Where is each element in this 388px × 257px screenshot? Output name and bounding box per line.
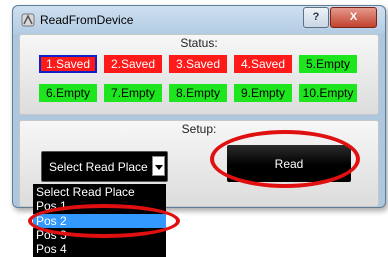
read-from-device-window: ReadFromDevice ? X Status: 1.Saved 2.Save… <box>12 5 386 208</box>
status-slot-9[interactable]: 9.Empty <box>234 84 292 102</box>
status-slot-1[interactable]: 1.Saved <box>39 55 97 73</box>
title-bar[interactable]: ReadFromDevice ? X <box>13 6 385 34</box>
status-slot-10[interactable]: 10.Empty <box>299 84 357 102</box>
dropdown-option[interactable]: Select Read Place <box>33 185 166 199</box>
dropdown-option[interactable]: Pos 2 <box>33 213 166 228</box>
help-button[interactable]: ? <box>303 7 329 28</box>
status-slot-2[interactable]: 2.Saved <box>104 55 162 73</box>
status-slot-5[interactable]: 5.Empty <box>299 55 357 73</box>
status-slot-7[interactable]: 7.Empty <box>104 84 162 102</box>
chevron-down-icon[interactable] <box>152 156 165 176</box>
app-icon <box>21 13 35 27</box>
help-icon: ? <box>312 11 320 23</box>
close-button[interactable]: X <box>330 7 377 28</box>
status-label: Status: <box>180 36 218 50</box>
read-button[interactable]: Read <box>227 145 351 182</box>
read-place-dropdown-list: Select Read Place Pos 1 Pos 2 Pos 3 Pos 4 <box>33 184 166 257</box>
window-title: ReadFromDevice <box>40 13 134 27</box>
status-slot-8[interactable]: 8.Empty <box>169 84 227 102</box>
dropdown-option[interactable]: Pos 3 <box>33 228 166 242</box>
setup-label: Setup: <box>181 122 217 136</box>
read-place-select[interactable]: Select Read Place <box>41 151 168 182</box>
dropdown-option[interactable]: Pos 4 <box>33 242 166 256</box>
close-icon: X <box>349 11 358 23</box>
status-slot-4[interactable]: 4.Saved <box>234 55 292 73</box>
status-slot-6[interactable]: 6.Empty <box>39 84 97 102</box>
dropdown-option[interactable]: Pos 1 <box>33 199 166 213</box>
status-slot-3[interactable]: 3.Saved <box>169 55 227 73</box>
select-value: Select Read Place <box>49 160 148 174</box>
status-panel: Status: 1.Saved 2.Saved 3.Saved 4.Saved 5.Em… <box>19 34 379 115</box>
